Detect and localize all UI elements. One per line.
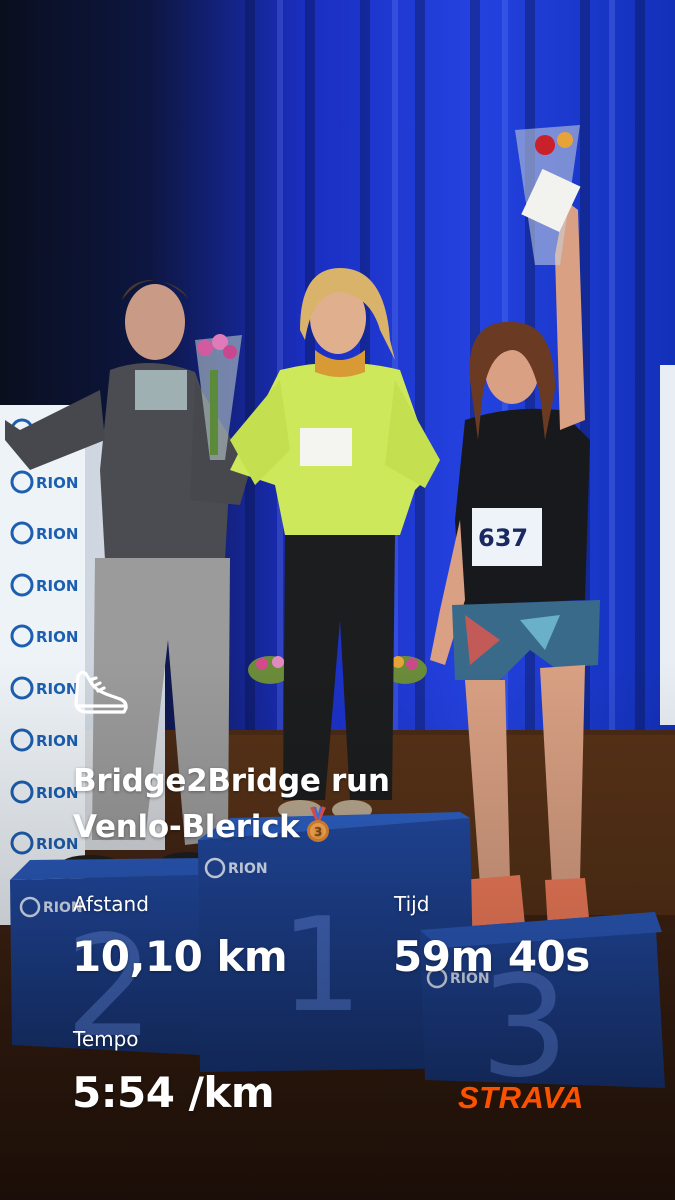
distance-label: Afstand xyxy=(73,892,149,916)
pace-value: 5:54 /km xyxy=(72,1068,275,1117)
medal-number: 3 xyxy=(314,825,322,839)
activity-title-line2-text: Venlo-Blerick xyxy=(73,809,300,845)
pace-label: Tempo xyxy=(73,1027,139,1051)
strava-logo: STRAVA xyxy=(458,1080,584,1115)
activity-title-line1: Bridge2Bridge run xyxy=(73,763,390,799)
activity-title: Bridge2Bridge run Venlo-Blerick 3 xyxy=(73,758,633,850)
activity-title-line2: Venlo-Blerick 3 xyxy=(73,804,633,850)
stats-overlay: Bridge2Bridge run Venlo-Blerick 3 Afstan… xyxy=(0,0,675,1200)
time-value: 59m 40s xyxy=(393,932,590,981)
running-shoe-icon xyxy=(74,670,128,714)
bronze-medal-icon: 3 xyxy=(305,805,331,845)
time-label: Tijd xyxy=(394,892,430,916)
activity-share-screen: RION RION RION RION RION RION RION RION … xyxy=(0,0,675,1200)
distance-value: 10,10 km xyxy=(72,932,288,981)
